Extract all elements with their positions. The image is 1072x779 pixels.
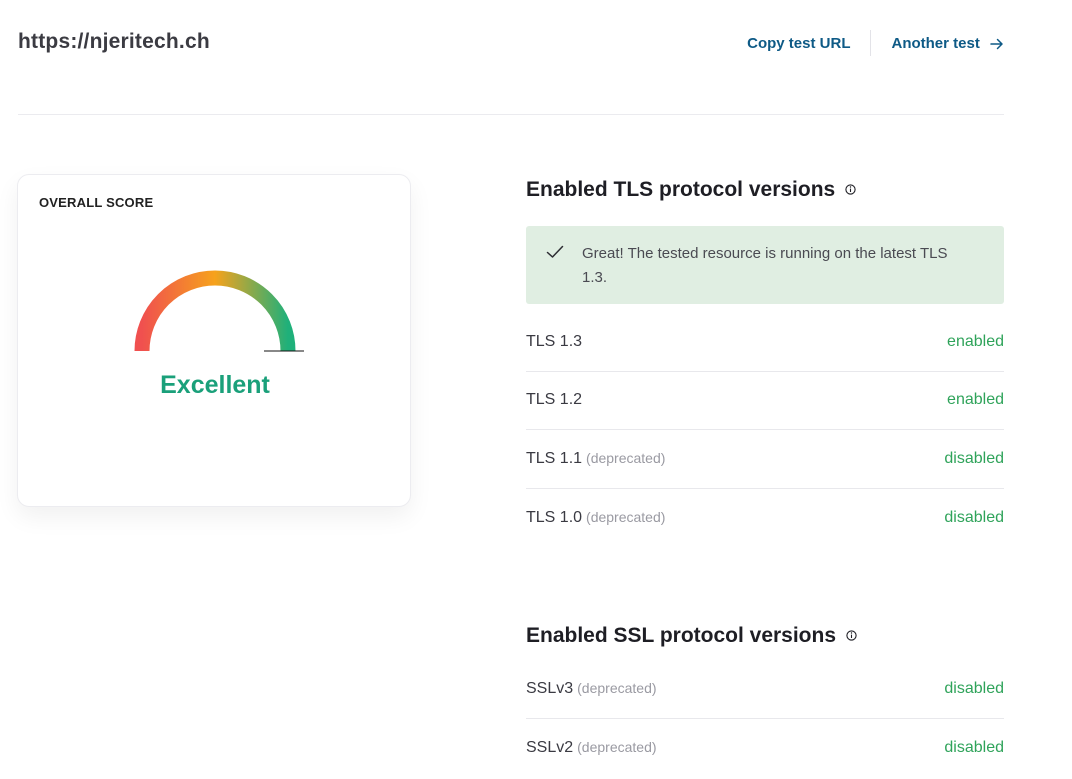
arrow-right-icon	[990, 38, 1003, 49]
another-test-label: Another test	[891, 34, 980, 52]
protocol-name-cell: TLS 1.2	[526, 391, 582, 409]
copy-test-url-link[interactable]: Copy test URL	[747, 35, 850, 52]
page-header: https://njeritech.ch Copy test URL Anoth…	[18, 0, 1004, 115]
tls-notice-text: Great! The tested resource is running on…	[582, 245, 948, 286]
ssl-row: SSLv2 (deprecated) disabled	[526, 719, 1004, 777]
another-test-link[interactable]: Another test	[891, 35, 1004, 52]
deprecated-note: (deprecated)	[577, 680, 657, 696]
tls-row: TLS 1.2 enabled	[526, 371, 1004, 430]
tls-notice: Great! The tested resource is running on…	[526, 226, 1004, 304]
protocol-status: disabled	[944, 509, 1004, 526]
overall-score-value: Excellent	[160, 371, 270, 399]
overall-score-label: OVERALL SCORE	[39, 195, 154, 210]
protocol-status: enabled	[947, 333, 1004, 350]
protocol-status: disabled	[944, 450, 1004, 467]
protocol-status: disabled	[944, 680, 1004, 697]
deprecated-note: (deprecated)	[577, 739, 657, 755]
info-icon[interactable]	[846, 630, 857, 641]
protocol-name: TLS 1.3	[526, 333, 583, 350]
tls-row: TLS 1.1 (deprecated) disabled	[526, 430, 1004, 489]
protocol-name: TLS 1.2	[526, 391, 583, 408]
protocol-name-cell: SSLv2 (deprecated)	[526, 739, 657, 757]
ssl-row: SSLv3 (deprecated) disabled	[526, 660, 1004, 719]
deprecated-note: (deprecated)	[586, 450, 666, 466]
protocol-status: disabled	[944, 739, 1004, 756]
tls-row: TLS 1.0 (deprecated) disabled	[526, 489, 1004, 547]
protocol-name-cell: TLS 1.1 (deprecated)	[526, 450, 665, 468]
tested-site-url: https://njeritech.ch	[18, 30, 210, 53]
protocol-name-cell: TLS 1.0 (deprecated)	[526, 509, 665, 527]
protocol-name: TLS 1.1	[526, 450, 583, 467]
protocol-name: SSLv3	[526, 680, 574, 697]
tls-row: TLS 1.3 enabled	[526, 313, 1004, 372]
header-divider	[870, 30, 872, 56]
score-gauge	[134, 270, 304, 352]
protocol-name-cell: SSLv3 (deprecated)	[526, 680, 657, 698]
overall-score-card: OVERALL SCORE Excellent	[17, 174, 411, 507]
gauge-arc	[134, 270, 296, 352]
tls-title-text: Enabled TLS protocol versions	[526, 178, 836, 201]
check-icon	[546, 245, 564, 258]
protocol-status: enabled	[947, 391, 1004, 408]
protocol-name: TLS 1.0	[526, 509, 583, 526]
tls-section-title: Enabled TLS protocol versions	[526, 178, 856, 202]
protocol-name: SSLv2	[526, 739, 574, 756]
info-icon[interactable]	[845, 184, 856, 195]
header-actions: Copy test URL Another test	[747, 30, 1004, 56]
ssl-title-text: Enabled SSL protocol versions	[526, 624, 837, 647]
ssl-section-title: Enabled SSL protocol versions	[526, 624, 857, 648]
deprecated-note: (deprecated)	[586, 509, 666, 525]
protocol-name-cell: TLS 1.3	[526, 333, 582, 351]
